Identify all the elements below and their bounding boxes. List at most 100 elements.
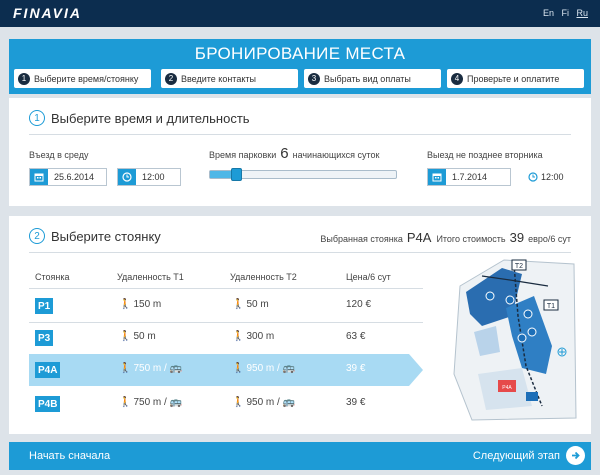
booking-title: БРОНИРОВАНИЕ МЕСТА xyxy=(194,44,406,63)
distance-t2-value: 300 m xyxy=(246,331,275,342)
time-section-title: Выберите время и длительность xyxy=(51,110,250,126)
price: 39 € xyxy=(346,363,366,374)
divider xyxy=(29,134,571,135)
distance-t1-value: 750 m / xyxy=(133,397,167,408)
distance-t2: 🚶 950 m / 🚌 xyxy=(232,363,295,374)
calendar-icon xyxy=(428,169,446,185)
step-number: 2 xyxy=(165,72,177,85)
entry-time-value: 12:00 xyxy=(142,172,165,182)
language-ru-link[interactable]: Ru xyxy=(576,8,588,18)
selected-parking-marker-label: P4A xyxy=(502,385,512,391)
entry-label: Въезд в среду xyxy=(29,150,89,160)
bus-icon: 🚌 xyxy=(169,397,183,408)
exit-time: 12:00 xyxy=(528,172,564,182)
step-4-tab[interactable]: 4 Проверьте и оплатите xyxy=(447,69,584,88)
terminal-t2-label: T2 xyxy=(515,263,523,270)
duration-value: 6 xyxy=(280,145,289,162)
parking-row-p4b[interactable]: P4B 🚶 750 m / 🚌 🚶 950 m / 🚌 39 € xyxy=(29,388,429,420)
divider xyxy=(29,288,423,289)
total-label: Итого стоимость xyxy=(436,234,506,244)
time-section: 1 Выберите время и длительность Въезд в … xyxy=(9,98,591,206)
step-label: Проверьте и оплатите xyxy=(467,73,560,84)
price: 120 € xyxy=(346,299,372,310)
duration-prefix: Время парковки xyxy=(209,150,277,160)
walking-icon: 🚶 xyxy=(119,363,132,374)
parking-code-badge: P3 xyxy=(35,330,54,346)
walking-icon: 🚶 xyxy=(232,363,245,374)
step-label: Введите контакты xyxy=(181,73,256,84)
selected-row-pointer xyxy=(409,354,423,386)
column-header-t1: Удаленность Т1 xyxy=(117,272,184,282)
bus-icon: 🚌 xyxy=(282,397,296,408)
selected-code: P4A xyxy=(406,230,432,245)
parking-code-badge: P1 xyxy=(35,298,54,314)
parking-row-p4a[interactable]: P4A 🚶 750 m / 🚌 🚶 950 m / 🚌 39 € xyxy=(29,354,423,386)
distance-t2: 🚶 50 m xyxy=(232,299,269,310)
step-2-tab[interactable]: 2 Введите контакты xyxy=(161,69,298,88)
airport-parking-map[interactable]: P4A T2 T1 xyxy=(452,256,580,424)
step-number: 1 xyxy=(18,72,30,85)
step-3-tab[interactable]: 3 Выбрать вид оплаты xyxy=(304,69,441,88)
entry-date-field[interactable]: 25.6.2014 xyxy=(29,168,107,186)
bus-icon: 🚌 xyxy=(282,363,296,374)
distance-t1: 🚶 150 m xyxy=(119,299,161,310)
distance-t1: 🚶 50 m xyxy=(119,331,156,342)
exit-label: Выезд не позднее вторника xyxy=(427,150,543,160)
arrow-right-icon xyxy=(566,446,585,465)
bus-icon: 🚌 xyxy=(169,363,183,374)
section-number: 1 xyxy=(29,110,45,126)
language-switcher: En Fi Ru xyxy=(538,8,588,18)
parking-section: 2 Выберите стоянку Выбранная стоянка P4A… xyxy=(9,216,591,434)
price: 63 € xyxy=(346,331,366,342)
distance-t1-value: 750 m / xyxy=(133,363,167,374)
duration-slider-handle[interactable] xyxy=(231,168,242,181)
selected-label: Выбранная стоянка xyxy=(320,234,403,244)
walking-icon: 🚶 xyxy=(119,397,132,408)
terminal-t1-label: T1 xyxy=(547,303,555,310)
parking-row-p1[interactable]: P1 🚶 150 m 🚶 50 m 120 € xyxy=(29,290,429,322)
next-step-button[interactable]: Следующий этап xyxy=(473,446,585,465)
footer-bar: Начать сначала Следующий этап xyxy=(9,442,591,470)
entry-date-value: 25.6.2014 xyxy=(54,172,95,182)
duration-label: Время парковки 6 начинающихся суток xyxy=(209,145,379,162)
distance-t1: 🚶 750 m / 🚌 xyxy=(119,363,182,374)
duration-slider[interactable] xyxy=(209,168,397,181)
distance-t2: 🚶 300 m xyxy=(232,331,274,342)
exit-date-field[interactable]: 1.7.2014 xyxy=(427,168,511,186)
finavia-logo[interactable]: FINAVIA xyxy=(13,5,82,21)
language-en-link[interactable]: En xyxy=(543,8,554,18)
step-label: Выбрать вид оплаты xyxy=(324,73,411,84)
total-value: 39 xyxy=(509,230,525,245)
parking-section-header: 2 Выберите стоянку xyxy=(29,228,161,244)
step-1-tab[interactable]: 1 Выберите время/стоянку xyxy=(14,69,151,88)
language-fi-link[interactable]: Fi xyxy=(561,8,569,18)
entry-time-field[interactable]: 12:00 xyxy=(117,168,181,186)
duration-suffix: начинающихся суток xyxy=(292,150,380,160)
walking-icon: 🚶 xyxy=(232,397,245,408)
walking-icon: 🚶 xyxy=(119,331,132,342)
section-number: 2 xyxy=(29,228,45,244)
column-header-t2: Удаленность Т2 xyxy=(230,272,297,282)
time-section-header: 1 Выберите время и длительность xyxy=(29,110,250,126)
distance-t2-value: 950 m / xyxy=(246,397,280,408)
walking-icon: 🚶 xyxy=(119,299,132,310)
clock-icon xyxy=(528,172,538,182)
distance-t2-value: 950 m / xyxy=(246,363,280,374)
step-number: 4 xyxy=(451,72,463,85)
clock-icon xyxy=(118,169,136,185)
column-header-parking: Стоянка xyxy=(35,272,70,282)
distance-t2-value: 50 m xyxy=(246,299,269,310)
exit-date-value: 1.7.2014 xyxy=(452,172,488,182)
parking-row-p3[interactable]: P3 🚶 50 m 🚶 300 m 63 € xyxy=(29,322,429,354)
next-step-label: Следующий этап xyxy=(472,449,560,462)
price: 39 € xyxy=(346,397,366,408)
walking-icon: 🚶 xyxy=(232,331,245,342)
column-header-price: Цена/6 сут xyxy=(346,272,391,282)
exit-time-value: 12:00 xyxy=(541,172,564,182)
distance-t1-value: 150 m xyxy=(133,299,162,310)
distance-t2: 🚶 950 m / 🚌 xyxy=(232,397,295,408)
calendar-icon xyxy=(30,169,48,185)
distance-t1: 🚶 750 m / 🚌 xyxy=(119,397,182,408)
restart-button[interactable]: Начать сначала xyxy=(29,450,110,462)
selection-summary: Выбранная стоянка P4A Итого стоимость 39… xyxy=(320,230,571,245)
